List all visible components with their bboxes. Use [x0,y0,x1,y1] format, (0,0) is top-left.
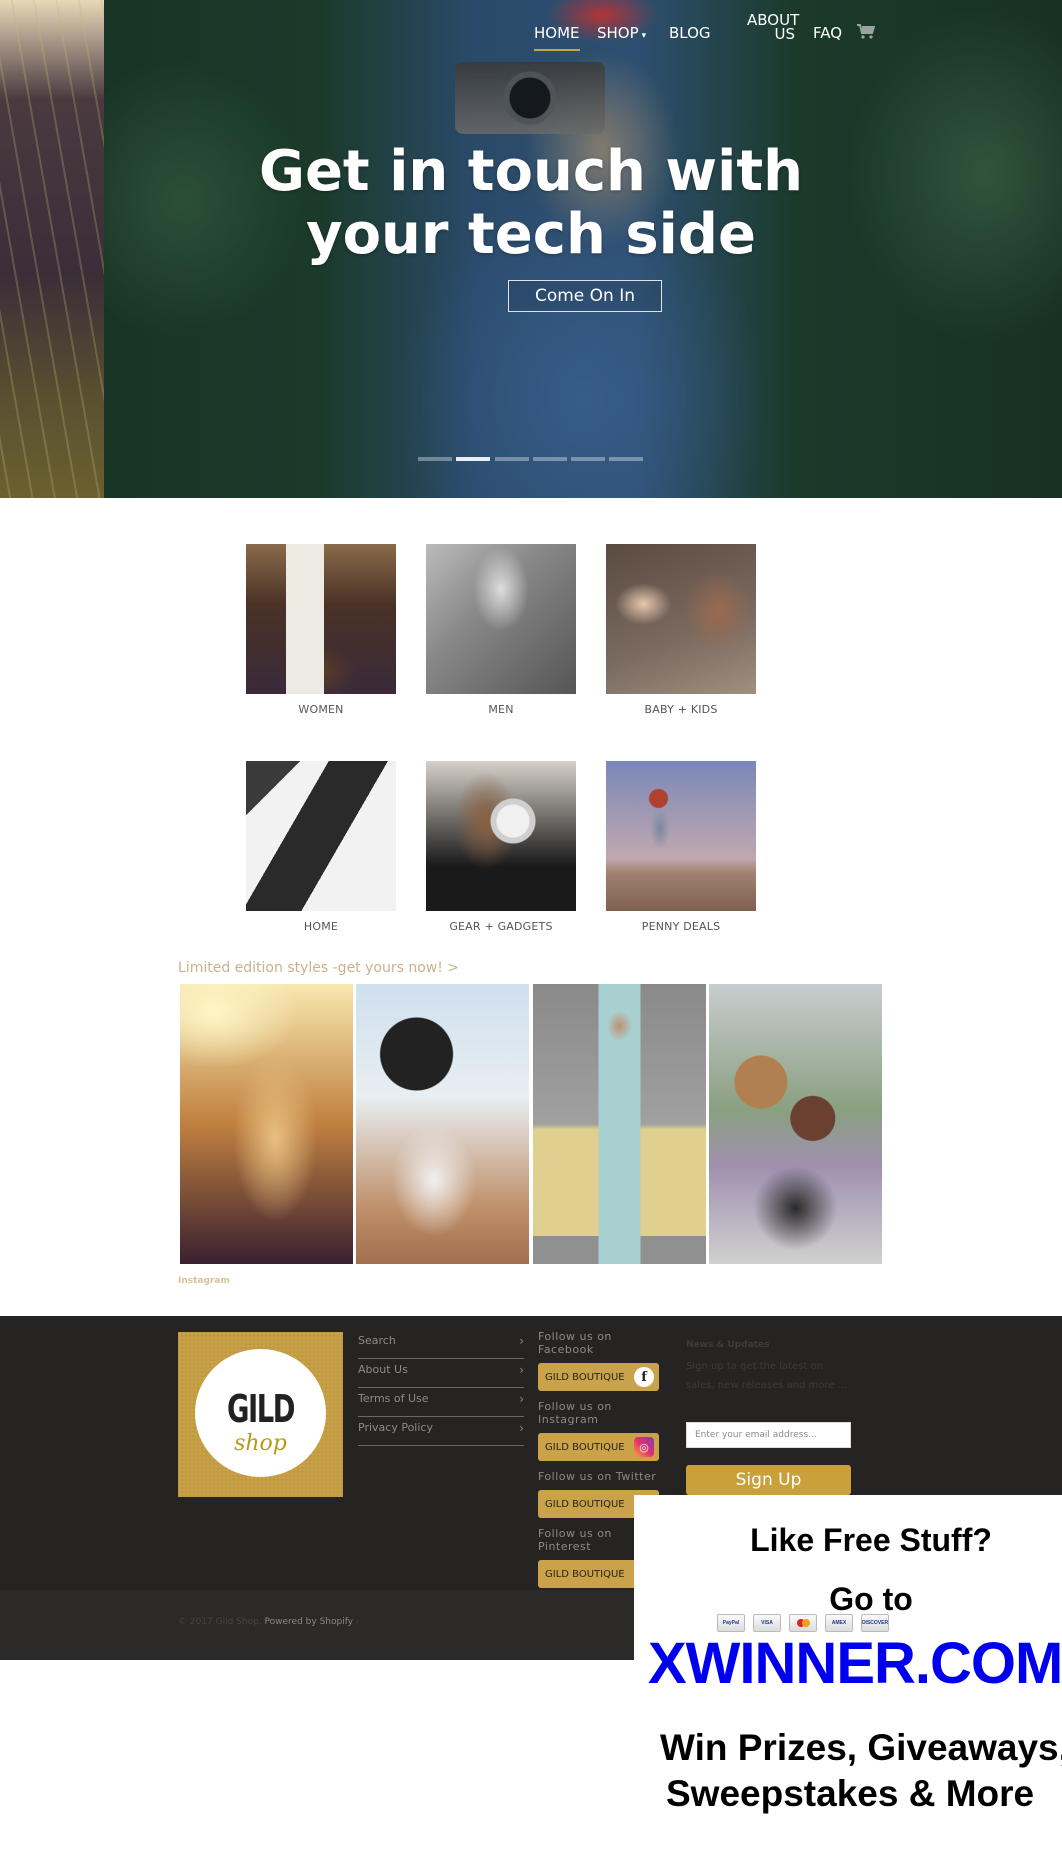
chevron-right-icon: › [519,1363,524,1377]
category-label: HOME [303,920,339,933]
chevron-down-icon: ▾ [641,31,647,41]
sign-up-button[interactable]: Sign Up [686,1465,851,1495]
gallery-image[interactable] [533,984,706,1264]
ad-headline: Like Free Stuff? [750,1522,992,1558]
hero-banner: HOME SHOP ▾ BLOG ABOUT US FAQ Get in touch… [0,0,1062,498]
limited-edition-link[interactable]: Limited edition styles -get yours now! > [178,960,459,976]
cart-icon[interactable] [857,24,876,40]
ad-go-to: Go to [829,1581,913,1617]
facebook-icon: f [634,1367,654,1387]
gild-shop-logo[interactable]: GILD shop [178,1332,343,1497]
instagram-button[interactable]: GILD BOUTIQUE ◎ [538,1433,659,1461]
hero-title-line2: your tech side [306,202,756,267]
slider-dot[interactable] [609,457,643,461]
footer-link-label: Search [358,1334,396,1347]
hero-camera-image [455,62,605,134]
category-image [426,761,576,911]
footer-link-label: Terms of Use [358,1392,429,1405]
category-gear-gadgets[interactable]: GEAR + GADGETS [426,761,576,933]
gallery-image[interactable] [356,984,529,1264]
category-image [246,761,396,911]
category-image [606,761,756,911]
gallery-image[interactable] [709,984,882,1264]
category-image [246,544,396,694]
copyright-text: © 2017 Gild Shop. [178,1617,262,1627]
footer-link-about-us[interactable]: About Us › [358,1359,524,1388]
category-label: PENNY DEALS [641,920,721,933]
facebook-button[interactable]: GILD BOUTIQUE f [538,1363,659,1391]
nav-blog[interactable]: BLOG [669,26,711,41]
slider-dot[interactable] [571,457,605,461]
social-button-label: GILD BOUTIQUE [545,1498,625,1510]
chevron-right-icon: › [519,1421,524,1435]
chevron-right-icon: › [519,1334,524,1348]
ad-tagline-1: Win Prizes, Giveaways, [660,1727,1062,1768]
category-women[interactable]: WOMEN [246,544,396,716]
footer-link-label: About Us [358,1363,408,1376]
hero-title-line1: Get in touch with [258,139,803,204]
newsletter-title: News & Updates [686,1340,770,1350]
footer-links: Search › About Us › Terms of Use › Privacy … [358,1330,524,1446]
category-label: GEAR + GADGETS [449,920,553,933]
social-label-twitter: Follow us on Twitter [538,1470,657,1483]
logo-text-shop: shop [234,1431,287,1456]
instagram-label: Instagram [178,1276,230,1286]
footer-link-search[interactable]: Search › [358,1330,524,1359]
footer-link-label: Privacy Policy [358,1421,433,1434]
category-label: MEN [488,703,514,716]
ad-tagline-2: Sweepstakes & More [666,1773,1035,1814]
logo-circle: GILD shop [195,1349,326,1477]
newsletter: News & Updates Sign up to get the latest… [686,1340,852,1495]
advertisement-overlay[interactable]: Like Free Stuff? Go to PayPal VISA AMEX … [634,1495,1062,1858]
hero-title: Get in touch with your tech side [0,140,1062,266]
nav-home[interactable]: HOME [534,26,580,51]
category-penny-deals[interactable]: PENNY DEALS [606,761,756,933]
chevron-right-icon: › [355,1617,360,1627]
instagram-gallery [180,984,882,1264]
category-home[interactable]: HOME [246,761,396,933]
slider-dot-active[interactable] [456,457,490,461]
social-button-label: GILD BOUTIQUE [545,1568,625,1580]
newsletter-text: Sign up to get the latest on sales, new … [686,1361,848,1391]
chevron-right-icon: › [519,1392,524,1406]
nav-shop-label: SHOP [597,24,639,42]
nav-about-us[interactable]: ABOUT US [747,13,799,43]
category-label: WOMEN [298,703,344,716]
main-nav: HOME SHOP ▾ BLOG ABOUT US FAQ [0,13,1062,54]
ad-brand[interactable]: XWINNER.COM [648,1630,1062,1697]
instagram-icon: ◎ [634,1437,654,1457]
social-label-instagram: Follow us on Instagram [538,1400,612,1426]
copyright: © 2017 Gild Shop. Powered by Shopify › [178,1617,360,1627]
email-input[interactable] [686,1422,851,1448]
footer-link-privacy[interactable]: Privacy Policy › [358,1417,524,1446]
slider-pagination [418,457,648,461]
social-button-label: GILD BOUTIQUE [545,1441,625,1453]
slider-dot[interactable] [495,457,529,461]
nav-faq[interactable]: FAQ [813,26,842,41]
nav-shop[interactable]: SHOP ▾ [597,26,646,44]
slider-dot[interactable] [418,457,452,461]
social-button-label: GILD BOUTIQUE [545,1371,625,1383]
category-image [606,544,756,694]
category-label: BABY + KIDS [644,703,718,716]
footer-link-terms[interactable]: Terms of Use › [358,1388,524,1417]
logo-text-gild: GILD [226,1387,295,1431]
gallery-image[interactable] [180,984,353,1264]
category-baby-kids[interactable]: BABY + KIDS [606,544,756,716]
powered-by-shopify-link[interactable]: Powered by Shopify [265,1617,354,1627]
social-label-facebook: Follow us on Facebook [538,1330,612,1356]
category-men[interactable]: MEN [426,544,576,716]
come-on-in-button[interactable]: Come On In [508,280,662,312]
category-image [426,544,576,694]
nav-about-line2: US [774,25,795,43]
slider-dot[interactable] [533,457,567,461]
